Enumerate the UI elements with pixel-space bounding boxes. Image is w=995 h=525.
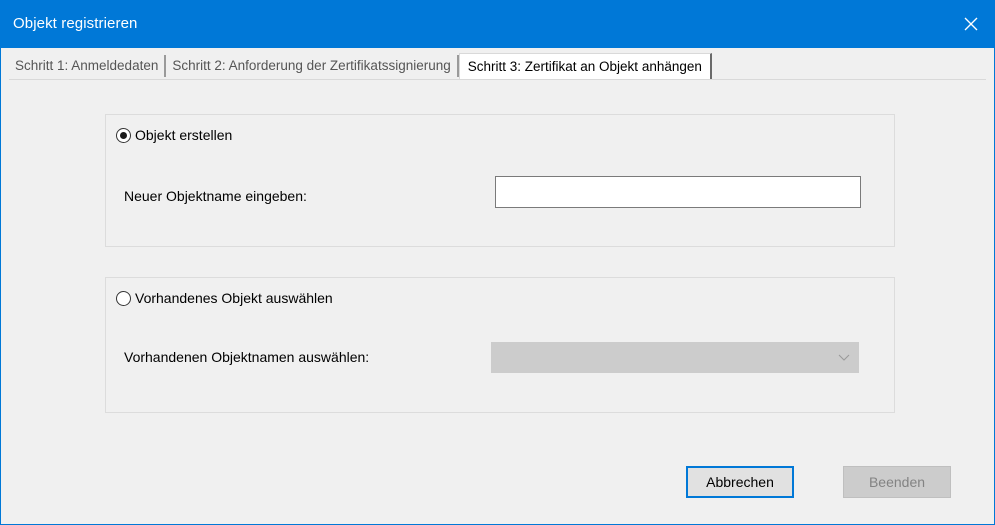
create-object-radio[interactable]: Objekt erstellen (116, 127, 232, 143)
tab-step-3[interactable]: Schritt 3: Zertifikat an Objekt anhängen (458, 53, 712, 79)
title-bar[interactable]: Objekt registrieren (1, 0, 994, 48)
create-object-label: Objekt erstellen (135, 127, 233, 143)
dialog-window: Objekt registrieren Schritt 1: Anmeldeda… (0, 0, 995, 525)
finish-button[interactable]: Beenden (843, 466, 951, 498)
existing-object-label: Vorhandenes Objekt auswählen (135, 290, 333, 306)
tab-step-1[interactable]: Schritt 1: Anmeldedaten (9, 55, 167, 77)
radio-button-selected[interactable] (116, 127, 131, 143)
wizard-tabs: Schritt 1: Anmeldedaten Schritt 2: Anfor… (9, 53, 712, 79)
new-object-name-input[interactable] (495, 176, 861, 208)
new-object-name-label: Neuer Objektname eingeben: (124, 188, 307, 204)
existing-object-name-label: Vorhandenen Objektnamen auswählen: (124, 349, 370, 365)
cancel-button[interactable]: Abbrechen (686, 466, 794, 498)
existing-object-group: Vorhandenes Objekt auswählen Vorhandenen… (105, 277, 895, 413)
radio-dot-icon (120, 131, 127, 139)
existing-object-radio[interactable]: Vorhandenes Objekt auswählen (116, 290, 333, 306)
existing-object-select[interactable] (491, 342, 859, 373)
close-icon (964, 17, 978, 31)
close-button[interactable] (948, 0, 994, 48)
create-object-group: Objekt erstellen Neuer Objektname eingeb… (105, 114, 895, 247)
window-title: Objekt registrieren (13, 15, 138, 32)
tab-panel: Objekt erstellen Neuer Objektname eingeb… (9, 79, 986, 518)
tab-step-2[interactable]: Schritt 2: Anforderung der Zertifikatssi… (166, 55, 459, 77)
chevron-down-icon (838, 354, 850, 361)
radio-button-unselected[interactable] (116, 290, 131, 306)
